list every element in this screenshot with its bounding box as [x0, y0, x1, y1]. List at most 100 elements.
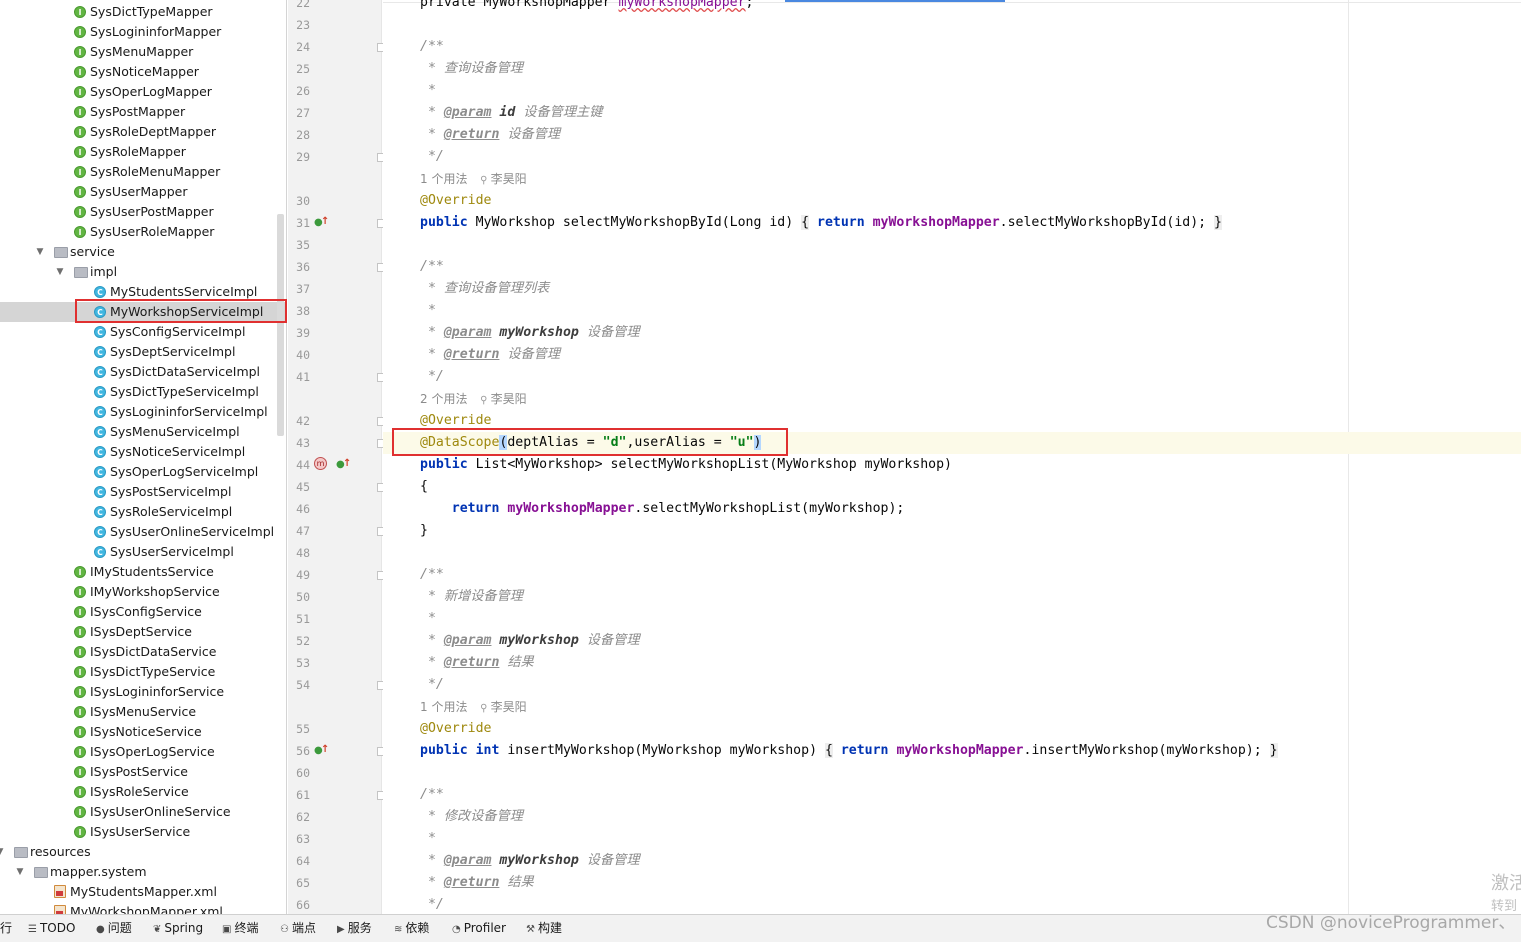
code-line[interactable]: public MyWorkshop selectMyWorkshopById(L… — [420, 212, 1222, 234]
tree-item[interactable]: ▼ service — [0, 242, 286, 262]
usage-hint[interactable]: 1 个用法 ⚲ 李昊阳 — [420, 696, 527, 718]
tree-item[interactable]: C SysUserServiceImpl — [0, 542, 286, 562]
usage-hint[interactable]: 1 个用法 ⚲ 李昊阳 — [420, 168, 527, 190]
toolwindow-profiler[interactable]: ◔ Profiler — [452, 915, 506, 942]
tree-item[interactable]: I SysUserPostMapper — [0, 202, 286, 222]
tree-item[interactable]: ▼ resources — [0, 842, 286, 862]
tree-item[interactable]: I SysPostMapper — [0, 102, 286, 122]
tree-item[interactable]: I SysOperLogMapper — [0, 82, 286, 102]
code-line[interactable]: */ — [420, 146, 444, 168]
code-line[interactable]: */ — [420, 674, 444, 696]
code-line[interactable]: * — [420, 80, 436, 102]
code-line[interactable]: /** — [420, 256, 444, 278]
arrow-up-icon[interactable]: ↑ — [343, 457, 351, 471]
tree-item[interactable]: C SysLogininforServiceImpl — [0, 402, 286, 422]
tree-scrollbar[interactable] — [277, 214, 284, 436]
tree-item[interactable]: I ISysPostService — [0, 762, 286, 782]
tree-item[interactable]: ▼ mapper.system — [0, 862, 286, 882]
chevron-down-icon[interactable]: ▼ — [0, 842, 6, 862]
code-line[interactable]: * — [420, 608, 436, 630]
tree-item[interactable]: I ISysDictTypeService — [0, 662, 286, 682]
code-line[interactable]: private MyWorkshopMapper myWorkshopMappe… — [420, 0, 754, 14]
chevron-down-icon[interactable]: ▼ — [54, 262, 66, 282]
chevron-down-icon[interactable]: ▼ — [34, 242, 46, 262]
code-line[interactable]: { — [420, 476, 428, 498]
tree-item[interactable]: C SysRoleServiceImpl — [0, 502, 286, 522]
tree-item[interactable]: C SysNoticeServiceImpl — [0, 442, 286, 462]
tree-item[interactable]: I SysRoleMenuMapper — [0, 162, 286, 182]
toolwindow-info[interactable]: ● 问题 — [96, 915, 132, 942]
arrow-up-icon[interactable]: ↑ — [321, 215, 329, 229]
tree-item[interactable]: I SysUserMapper — [0, 182, 286, 202]
arrow-up-icon[interactable]: ↑ — [321, 743, 329, 757]
tree-item[interactable]: C SysDictTypeServiceImpl — [0, 382, 286, 402]
toolwindow-layers[interactable]: ≋ 依赖 — [394, 915, 429, 942]
tree-item[interactable]: C SysUserOnlineServiceImpl — [0, 522, 286, 542]
tree-item[interactable]: C SysPostServiceImpl — [0, 482, 286, 502]
usage-hint[interactable]: 2 个用法 ⚲ 李昊阳 — [420, 388, 527, 410]
tree-item[interactable]: I SysDictTypeMapper — [0, 2, 286, 22]
tree-item[interactable]: I ISysMenuService — [0, 702, 286, 722]
toolwindow-spring[interactable]: ❦ Spring — [153, 915, 203, 942]
tree-item[interactable]: I ISysUserOnlineService — [0, 802, 286, 822]
tree-item[interactable]: I SysRoleDeptMapper — [0, 122, 286, 142]
tree-item[interactable]: I ISysConfigService — [0, 602, 286, 622]
tree-item[interactable]: MyWorkshopMapper.xml — [0, 902, 286, 914]
tree-item[interactable]: I IMyWorkshopService — [0, 582, 286, 602]
tree-item[interactable]: C SysDictDataServiceImpl — [0, 362, 286, 382]
tree-item[interactable]: I ISysDictDataService — [0, 642, 286, 662]
code-line[interactable]: * @param myWorkshop 设备管理 — [420, 322, 640, 344]
tree-item[interactable]: I ISysRoleService — [0, 782, 286, 802]
code-line[interactable]: * 新增设备管理 — [420, 586, 523, 608]
code-line[interactable]: @Override — [420, 718, 491, 740]
tree-item[interactable]: MyStudentsMapper.xml — [0, 882, 286, 902]
toolwindow-endpoints[interactable]: ⚇ 端点 — [280, 915, 316, 942]
code-line[interactable]: * @return 设备管理 — [420, 344, 560, 366]
code-line[interactable]: public List<MyWorkshop> selectMyWorkshop… — [420, 454, 952, 476]
tree-item[interactable]: I IMyStudentsService — [0, 562, 286, 582]
code-line[interactable]: @Override — [420, 190, 491, 212]
code-line[interactable]: * — [420, 828, 436, 850]
project-tree[interactable]: I SysDictTypeMapper I SysLogininforMapper I S… — [0, 0, 287, 914]
code-line[interactable]: * 查询设备管理 — [420, 58, 523, 80]
code-line[interactable]: /** — [420, 36, 444, 58]
code-line[interactable]: * — [420, 300, 436, 322]
chevron-down-icon[interactable]: ▼ — [14, 862, 26, 882]
tree-item[interactable]: I SysMenuMapper — [0, 42, 286, 62]
code-line[interactable]: * @param id 设备管理主键 — [420, 102, 602, 124]
tree-item[interactable]: I ISysLogininforService — [0, 682, 286, 702]
code-line[interactable]: */ — [420, 894, 444, 916]
tree-item[interactable]: I ISysDeptService — [0, 622, 286, 642]
method-icon[interactable]: m — [314, 457, 327, 470]
code-line[interactable]: * @param myWorkshop 设备管理 — [420, 630, 640, 652]
editor-gutter[interactable]: 22 23 24 25 26 27 28 29 30 31 ● ↑ 35 36 37 38 39 40 41 42 43… — [288, 0, 386, 914]
code-line[interactable]: */ — [420, 366, 444, 388]
tree-item[interactable]: C SysMenuServiceImpl — [0, 422, 286, 442]
code-line[interactable]: /** — [420, 784, 444, 806]
tree-item[interactable]: I SysLogininforMapper — [0, 22, 286, 42]
tree-item[interactable]: I ISysOperLogService — [0, 742, 286, 762]
toolwindow-terminal[interactable]: ▣ 终端 — [222, 915, 258, 942]
code-line[interactable]: /** — [420, 564, 444, 586]
code-line[interactable]: return myWorkshopMapper.selectMyWorkshop… — [420, 498, 905, 520]
code-line[interactable]: * 查询设备管理列表 — [420, 278, 549, 300]
tree-item[interactable]: C SysOperLogServiceImpl — [0, 462, 286, 482]
tree-item[interactable]: C SysDeptServiceImpl — [0, 342, 286, 362]
code-line[interactable]: * @return 结果 — [420, 652, 534, 674]
tree-item[interactable]: ▼ impl — [0, 262, 286, 282]
code-line[interactable]: * 修改设备管理 — [420, 806, 523, 828]
tree-item[interactable]: C SysConfigServiceImpl — [0, 322, 286, 342]
tree-item[interactable]: I SysRoleMapper — [0, 142, 286, 162]
code-line[interactable]: * @return 设备管理 — [420, 124, 560, 146]
code-line[interactable]: } — [420, 520, 428, 542]
tree-item[interactable]: I SysUserRoleMapper — [0, 222, 286, 242]
code-line[interactable]: * @return 结果 — [420, 872, 534, 894]
tree-item[interactable]: I SysNoticeMapper — [0, 62, 286, 82]
toolwindow-list[interactable]: ☰ TODO — [28, 915, 75, 942]
tree-item[interactable]: I ISysNoticeService — [0, 722, 286, 742]
tree-item[interactable]: I ISysUserService — [0, 822, 286, 842]
toolwindow-hammer[interactable]: ⚒ 构建 — [526, 915, 562, 942]
code-line[interactable]: public int insertMyWorkshop(MyWorkshop m… — [420, 740, 1278, 762]
code-line[interactable]: * @param myWorkshop 设备管理 — [420, 850, 640, 872]
toolwindow-services[interactable]: ▶ 服务 — [337, 915, 372, 942]
